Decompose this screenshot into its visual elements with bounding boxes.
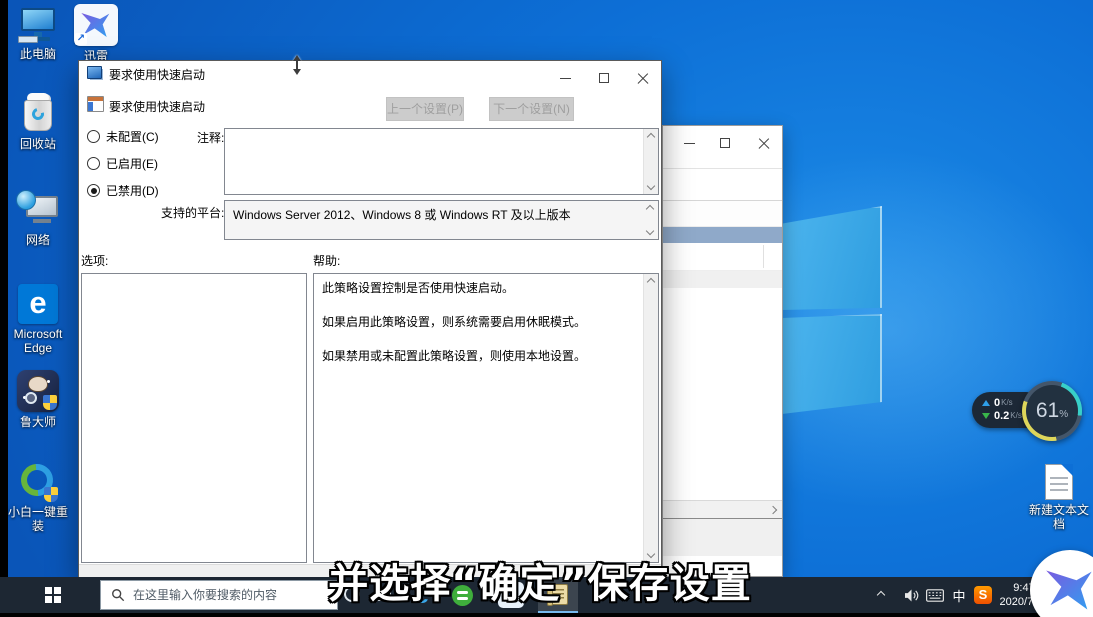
shield-icon — [43, 395, 57, 410]
shield-icon — [44, 487, 58, 502]
desktop-icon-recycle-bin[interactable]: 回收站 — [6, 92, 70, 151]
upload-speed: 0 — [994, 397, 1000, 409]
options-label: 选项: — [81, 252, 108, 269]
selected-row-band — [663, 227, 782, 243]
background-window-titlebar — [663, 126, 782, 168]
desktop-icon-label: 新建文本文档 — [1028, 503, 1090, 531]
close-button[interactable] — [753, 134, 775, 154]
options-box[interactable] — [81, 273, 307, 563]
usage-percent-gauge[interactable]: 61% — [1022, 381, 1082, 441]
scroll-down-icon[interactable] — [647, 182, 655, 190]
policy-dialog[interactable]: 要求使用快速启动 要求使用快速启动 上一个设置(P) 下一个设置(N) 未配置(… — [78, 60, 662, 577]
supported-on-label: 支持的平台: — [161, 204, 224, 221]
radio-disabled[interactable]: 已禁用(D) — [87, 182, 159, 199]
thunder-icon: ↗ — [74, 4, 118, 46]
desktop-icon-label: Microsoft Edge — [6, 327, 70, 355]
scroll-right-icon[interactable] — [769, 506, 777, 514]
text-document-icon — [1045, 464, 1073, 500]
this-pc-icon — [18, 6, 58, 44]
desktop-icon-new-text-doc[interactable]: 新建文本文档 — [1028, 464, 1090, 531]
comment-box[interactable] — [224, 128, 659, 195]
usage-percent: 61 — [1036, 399, 1059, 423]
windows-logo-pane-bottom — [782, 314, 882, 414]
comment-label: 注释: — [197, 129, 224, 146]
background-window-toolbar — [663, 168, 782, 201]
shortcut-arrow-icon: ↗ — [75, 33, 87, 45]
desktop-icon-master-lu[interactable]: 鲁大师 — [6, 370, 70, 429]
network-icon — [16, 190, 60, 230]
radio-icon[interactable] — [87, 130, 100, 143]
help-text: 此策略设置控制是否使用快速启动。 如果启用此策略设置，则系统需要启用休眠模式。 … — [314, 274, 643, 562]
mouse-cursor-ns-resize — [291, 52, 303, 78]
desktop-icon-edge[interactable]: e Microsoft Edge — [6, 284, 70, 355]
dialog-title: 要求使用快速启动 — [109, 66, 205, 83]
dialog-titlebar-icon — [87, 66, 102, 79]
previous-setting-button[interactable]: 上一个设置(P) — [386, 97, 464, 121]
download-arrow-icon — [982, 413, 990, 423]
maximize-button[interactable] — [715, 134, 737, 154]
desktop-icon-network[interactable]: 网络 — [6, 190, 70, 247]
radio-icon-selected[interactable] — [87, 184, 100, 197]
scroll-up-icon[interactable] — [647, 278, 655, 286]
windows-logo-pane-top — [782, 206, 882, 310]
supported-on-box[interactable]: Windows Server 2012、Windows 8 或 Windows … — [224, 200, 659, 240]
download-speed: 0.2 — [994, 410, 1009, 422]
radio-icon[interactable] — [87, 157, 100, 170]
left-black-bar — [0, 0, 8, 577]
desktop-screen: 此电脑 ↗ 迅雷 回收站 网络 e Microsoft Edge 鲁大师 小白一 — [0, 0, 1093, 617]
minimize-button[interactable] — [679, 134, 701, 154]
desktop-icon-label: 此电脑 — [6, 47, 70, 61]
policy-icon — [87, 96, 104, 112]
radio-enabled[interactable]: 已启用(E) — [87, 155, 158, 172]
edge-icon: e — [18, 284, 58, 324]
desktop-icon-thunder[interactable]: ↗ 迅雷 — [70, 4, 122, 63]
background-window[interactable] — [662, 125, 783, 577]
vertical-scrollbar[interactable] — [643, 201, 658, 239]
radio-not-configured[interactable]: 未配置(C) — [87, 128, 159, 145]
desktop-icon-label: 小白一键重装 — [6, 505, 70, 533]
help-box[interactable]: 此策略设置控制是否使用快速启动。 如果启用此策略设置，则系统需要启用休眠模式。 … — [313, 273, 659, 563]
scroll-up-icon[interactable] — [647, 133, 655, 141]
dialog-titlebar[interactable]: 要求使用快速启动 — [79, 61, 661, 85]
xiaobai-reinstall-icon — [18, 462, 58, 502]
next-setting-button[interactable]: 下一个设置(N) — [489, 97, 574, 121]
video-subtitle: 并选择“确定”保存设置 — [0, 551, 1080, 609]
desktop-icon-label: 回收站 — [6, 137, 70, 151]
vertical-scrollbar[interactable] — [643, 274, 658, 562]
supported-on-value: Windows Server 2012、Windows 8 或 Windows … — [225, 201, 658, 228]
desktop-icon-label: 鲁大师 — [6, 415, 70, 429]
vertical-scrollbar[interactable] — [643, 129, 658, 194]
policy-name: 要求使用快速启动 — [109, 98, 205, 115]
master-lu-icon — [17, 370, 59, 412]
scroll-down-icon[interactable] — [646, 227, 654, 235]
desktop-icon-this-pc[interactable]: 此电脑 — [6, 6, 70, 61]
upload-arrow-icon — [982, 396, 990, 406]
recycle-bin-icon — [18, 92, 58, 134]
desktop-icon-label: 网络 — [6, 233, 70, 247]
scroll-up-icon[interactable] — [646, 205, 654, 213]
desktop-icon-xiaobai[interactable]: 小白一键重装 — [6, 462, 70, 533]
bottom-black-bar — [0, 613, 1093, 617]
background-window-body — [663, 288, 782, 500]
horizontal-scrollbar[interactable] — [663, 500, 782, 518]
help-label: 帮助: — [313, 252, 340, 269]
